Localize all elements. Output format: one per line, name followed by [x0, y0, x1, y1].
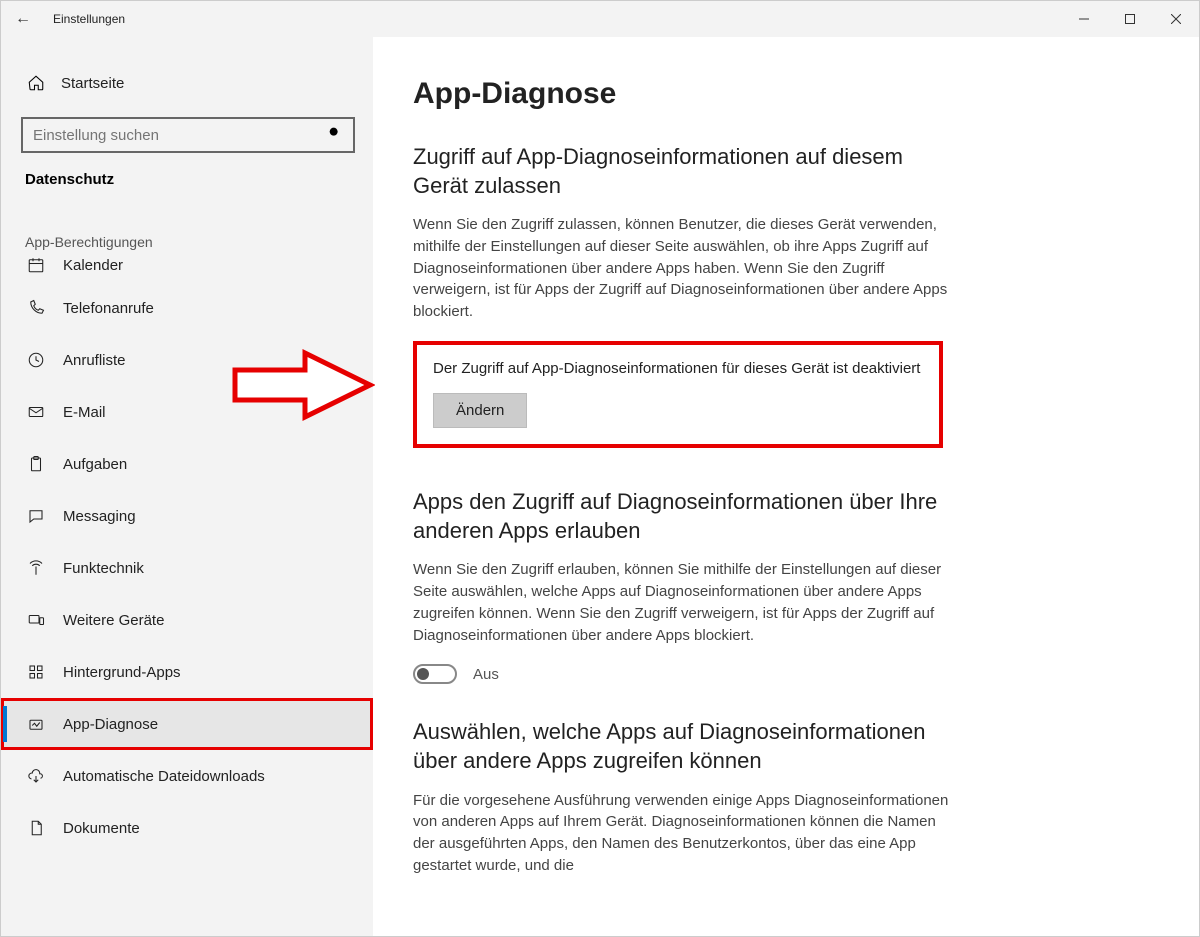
sidebar: Startseite Datenschutz App-Berechtigunge… — [1, 37, 373, 936]
minimize-button[interactable] — [1061, 1, 1107, 37]
close-button[interactable] — [1153, 1, 1199, 37]
section2-title: Apps den Zugriff auf Diagnoseinformation… — [413, 488, 953, 545]
antenna-icon — [25, 559, 47, 577]
search-input[interactable] — [33, 127, 327, 144]
access-status-text: Der Zugriff auf App-Diagnoseinformatione… — [433, 359, 923, 379]
page-title: App-Diagnose — [413, 77, 1159, 111]
sidebar-item-label: Anrufliste — [63, 352, 126, 369]
home-label: Startseite — [61, 75, 124, 92]
sidebar-item-label: Weitere Geräte — [63, 612, 164, 629]
home-icon — [25, 74, 47, 92]
mail-icon — [25, 403, 47, 421]
sidebar-item-label: Funktechnik — [63, 560, 144, 577]
toggle-state-label: Aus — [473, 666, 499, 683]
sidebar-item-anrufliste[interactable]: Anrufliste — [1, 334, 373, 386]
clipboard-icon — [25, 455, 47, 473]
sidebar-item-dokumente[interactable]: Dokumente — [1, 802, 373, 854]
search-icon — [327, 125, 343, 146]
window-title: Einstellungen — [53, 12, 125, 26]
section3-body: Für die vorgesehene Ausführung verwenden… — [413, 790, 953, 877]
sidebar-item-label: Hintergrund-Apps — [63, 664, 181, 681]
section2-body: Wenn Sie den Zugriff erlauben, können Si… — [413, 559, 953, 646]
cloud-download-icon — [25, 767, 47, 785]
sidebar-item-hintergrund-apps[interactable]: Hintergrund-Apps — [1, 646, 373, 698]
document-icon — [25, 819, 47, 837]
sidebar-item-label: Kalender — [63, 257, 123, 274]
calendar-icon — [25, 256, 47, 274]
sidebar-item-email[interactable]: E-Mail — [1, 386, 373, 438]
sidebar-item-funktechnik[interactable]: Funktechnik — [1, 542, 373, 594]
sidebar-item-weitere-geraete[interactable]: Weitere Geräte — [1, 594, 373, 646]
diagnostics-icon — [25, 715, 47, 733]
sidebar-item-kalender[interactable]: Kalender — [1, 248, 373, 282]
sidebar-item-app-diagnose[interactable]: App-Diagnose — [1, 698, 373, 750]
home-link[interactable]: Startseite — [21, 61, 353, 105]
phone-icon — [25, 299, 47, 317]
search-input-container[interactable] — [21, 117, 355, 153]
change-button[interactable]: Ändern — [433, 393, 527, 428]
devices-icon — [25, 611, 47, 629]
sidebar-item-aufgaben[interactable]: Aufgaben — [1, 438, 373, 490]
sidebar-nav: Kalender Telefonanrufe Anrufliste E-Mail… — [1, 248, 373, 854]
section1-title: Zugriff auf App-Diagnoseinformationen au… — [413, 143, 953, 200]
allow-apps-toggle[interactable] — [413, 664, 457, 684]
sidebar-item-downloads[interactable]: Automatische Dateidownloads — [1, 750, 373, 802]
chat-icon — [25, 507, 47, 525]
maximize-button[interactable] — [1107, 1, 1153, 37]
highlighted-setting-box: Der Zugriff auf App-Diagnoseinformatione… — [413, 341, 943, 448]
sidebar-item-label: Automatische Dateidownloads — [63, 768, 265, 785]
sidebar-item-label: Telefonanrufe — [63, 300, 154, 317]
section1-body: Wenn Sie den Zugriff zulassen, können Be… — [413, 214, 953, 323]
sidebar-item-messaging[interactable]: Messaging — [1, 490, 373, 542]
titlebar: ← Einstellungen — [1, 1, 1199, 37]
category-title: Datenschutz — [21, 171, 353, 188]
history-icon — [25, 351, 47, 369]
sidebar-item-label: Aufgaben — [63, 456, 127, 473]
back-icon[interactable]: ← — [1, 10, 45, 28]
section3-title: Auswählen, welche Apps auf Diagnoseinfor… — [413, 718, 953, 775]
sidebar-item-label: Messaging — [63, 508, 136, 525]
sidebar-item-label: Dokumente — [63, 820, 140, 837]
grid-icon — [25, 663, 47, 681]
content-pane: App-Diagnose Zugriff auf App-Diagnoseinf… — [373, 37, 1199, 936]
sidebar-item-telefonanrufe[interactable]: Telefonanrufe — [1, 282, 373, 334]
sidebar-item-label: App-Diagnose — [63, 716, 158, 733]
sidebar-item-label: E-Mail — [63, 404, 106, 421]
